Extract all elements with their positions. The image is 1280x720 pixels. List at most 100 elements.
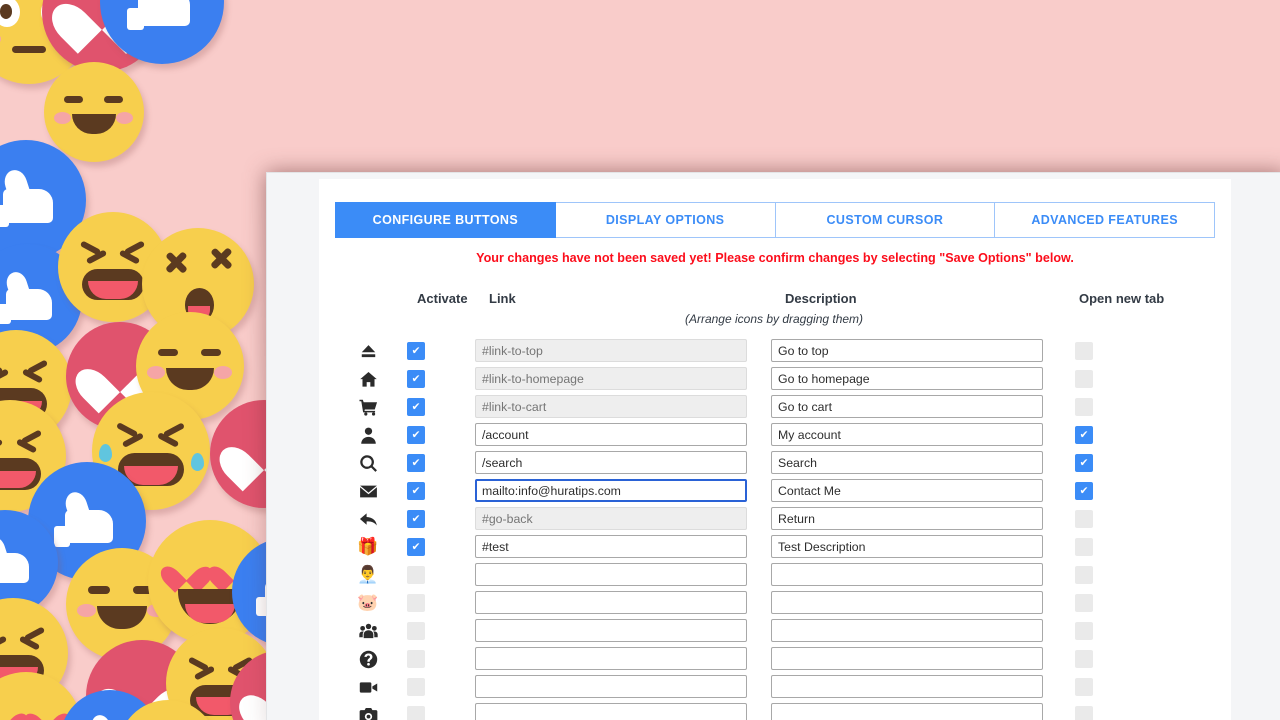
- button-config-row: [319, 421, 1231, 449]
- link-input[interactable]: [475, 619, 747, 642]
- link-input[interactable]: [475, 367, 747, 390]
- open-new-tab-checkbox[interactable]: [1075, 510, 1093, 528]
- button-config-row: [319, 477, 1231, 505]
- open-new-tab-checkbox[interactable]: [1075, 454, 1093, 472]
- tab-configure-buttons[interactable]: CONFIGURE BUTTONS: [335, 202, 556, 238]
- emoji-wallpaper-background: [0, 0, 300, 720]
- activate-checkbox[interactable]: [407, 622, 425, 640]
- piggy-bank-icon[interactable]: 🐷: [351, 589, 385, 617]
- open-new-tab-checkbox[interactable]: [1075, 594, 1093, 612]
- button-config-row: 🐷: [319, 589, 1231, 617]
- link-input[interactable]: [475, 507, 747, 530]
- description-input[interactable]: [771, 563, 1043, 586]
- home-icon[interactable]: [351, 365, 385, 393]
- people-group-icon[interactable]: [351, 617, 385, 645]
- header-open-new-tab: Open new tab: [1079, 291, 1165, 306]
- button-config-row: 👨‍💼: [319, 561, 1231, 589]
- open-new-tab-checkbox[interactable]: [1075, 566, 1093, 584]
- activate-checkbox[interactable]: [407, 482, 425, 500]
- button-config-row: [319, 617, 1231, 645]
- button-config-row: [319, 449, 1231, 477]
- drag-hint-text: (Arrange icons by dragging them): [684, 312, 864, 326]
- open-new-tab-checkbox[interactable]: [1075, 370, 1093, 388]
- envelope-icon[interactable]: [351, 477, 385, 505]
- link-input[interactable]: [475, 591, 747, 614]
- businessman-icon[interactable]: 👨‍💼: [351, 561, 385, 589]
- description-input[interactable]: [771, 591, 1043, 614]
- activate-checkbox[interactable]: [407, 454, 425, 472]
- activate-checkbox[interactable]: [407, 370, 425, 388]
- activate-checkbox[interactable]: [407, 706, 425, 720]
- open-new-tab-checkbox[interactable]: [1075, 482, 1093, 500]
- description-input[interactable]: [771, 507, 1043, 530]
- settings-tab-bar: CONFIGURE BUTTONS DISPLAY OPTIONS CUSTOM C…: [335, 202, 1215, 238]
- search-icon[interactable]: [351, 449, 385, 477]
- open-new-tab-checkbox[interactable]: [1075, 622, 1093, 640]
- description-input[interactable]: [771, 451, 1043, 474]
- activate-checkbox[interactable]: [407, 678, 425, 696]
- app-window: CONFIGURE BUTTONS DISPLAY OPTIONS CUSTOM C…: [266, 172, 1280, 720]
- link-input[interactable]: [475, 479, 747, 502]
- activate-checkbox[interactable]: [407, 594, 425, 612]
- activate-checkbox[interactable]: [407, 342, 425, 360]
- description-input[interactable]: [771, 703, 1043, 720]
- link-input[interactable]: [475, 647, 747, 670]
- settings-content-card: CONFIGURE BUTTONS DISPLAY OPTIONS CUSTOM C…: [319, 179, 1231, 720]
- description-input[interactable]: [771, 619, 1043, 642]
- description-input[interactable]: [771, 535, 1043, 558]
- button-config-rows: 🎁👨‍💼🐷: [319, 337, 1231, 720]
- back-arrow-icon[interactable]: [351, 505, 385, 533]
- header-description: Description: [785, 291, 857, 306]
- gift-icon[interactable]: 🎁: [351, 533, 385, 561]
- activate-checkbox[interactable]: [407, 426, 425, 444]
- header-activate: Activate: [417, 291, 468, 306]
- tab-custom-cursor[interactable]: CUSTOM CURSOR: [775, 202, 996, 238]
- header-link: Link: [489, 291, 516, 306]
- button-config-row: [319, 701, 1231, 720]
- emoji-reaction-bubble: [44, 62, 144, 162]
- open-new-tab-checkbox[interactable]: [1075, 426, 1093, 444]
- description-input[interactable]: [771, 647, 1043, 670]
- tab-display-options[interactable]: DISPLAY OPTIONS: [555, 202, 776, 238]
- description-input[interactable]: [771, 479, 1043, 502]
- link-input[interactable]: [475, 339, 747, 362]
- activate-checkbox[interactable]: [407, 398, 425, 416]
- video-camera-icon[interactable]: [351, 673, 385, 701]
- link-input[interactable]: [475, 395, 747, 418]
- button-config-row: [319, 505, 1231, 533]
- button-config-row: [319, 337, 1231, 365]
- link-input[interactable]: [475, 535, 747, 558]
- open-new-tab-checkbox[interactable]: [1075, 678, 1093, 696]
- open-new-tab-checkbox[interactable]: [1075, 398, 1093, 416]
- button-config-row: [319, 673, 1231, 701]
- activate-checkbox[interactable]: [407, 538, 425, 556]
- description-input[interactable]: [771, 423, 1043, 446]
- person-icon[interactable]: [351, 421, 385, 449]
- link-input[interactable]: [475, 703, 747, 720]
- tab-advanced-features[interactable]: ADVANCED FEATURES: [995, 202, 1215, 238]
- activate-checkbox[interactable]: [407, 566, 425, 584]
- description-input[interactable]: [771, 675, 1043, 698]
- link-input[interactable]: [475, 563, 747, 586]
- link-input[interactable]: [475, 675, 747, 698]
- description-input[interactable]: [771, 395, 1043, 418]
- column-headers: Activate Link Description Open new tab (…: [319, 291, 1231, 329]
- open-new-tab-checkbox[interactable]: [1075, 342, 1093, 360]
- activate-checkbox[interactable]: [407, 510, 425, 528]
- button-config-row: [319, 645, 1231, 673]
- shopping-cart-icon[interactable]: [351, 393, 385, 421]
- open-new-tab-checkbox[interactable]: [1075, 650, 1093, 668]
- photo-camera-icon[interactable]: [351, 701, 385, 720]
- description-input[interactable]: [771, 367, 1043, 390]
- question-mark-icon[interactable]: [351, 645, 385, 673]
- open-new-tab-checkbox[interactable]: [1075, 706, 1093, 720]
- button-config-row: [319, 365, 1231, 393]
- activate-checkbox[interactable]: [407, 650, 425, 668]
- link-input[interactable]: [475, 423, 747, 446]
- description-input[interactable]: [771, 339, 1043, 362]
- unsaved-changes-warning: Your changes have not been saved yet! Pl…: [476, 251, 1074, 265]
- button-config-row: 🎁: [319, 533, 1231, 561]
- eject-icon[interactable]: [351, 337, 385, 365]
- open-new-tab-checkbox[interactable]: [1075, 538, 1093, 556]
- link-input[interactable]: [475, 451, 747, 474]
